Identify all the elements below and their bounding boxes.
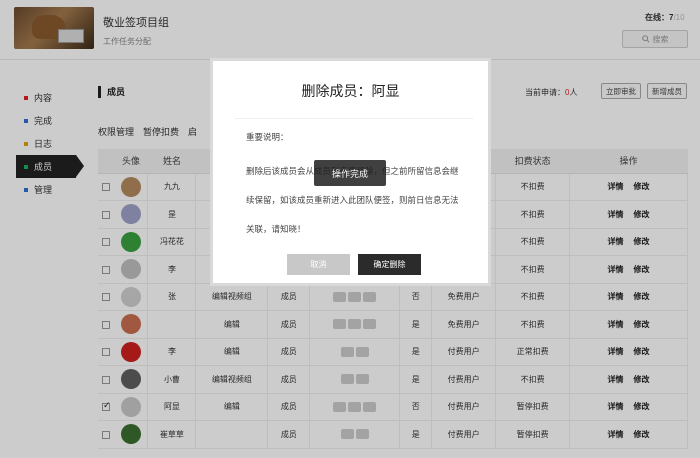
- dialog-divider: [235, 118, 473, 119]
- dialog-heading: 重要说明：: [246, 132, 289, 142]
- confirm-delete-button[interactable]: 确定删除: [358, 254, 421, 275]
- dialog-title: 删除成员：阿显: [301, 83, 400, 99]
- success-toast: 操作完成: [314, 160, 386, 186]
- cancel-button[interactable]: 取消: [287, 254, 350, 275]
